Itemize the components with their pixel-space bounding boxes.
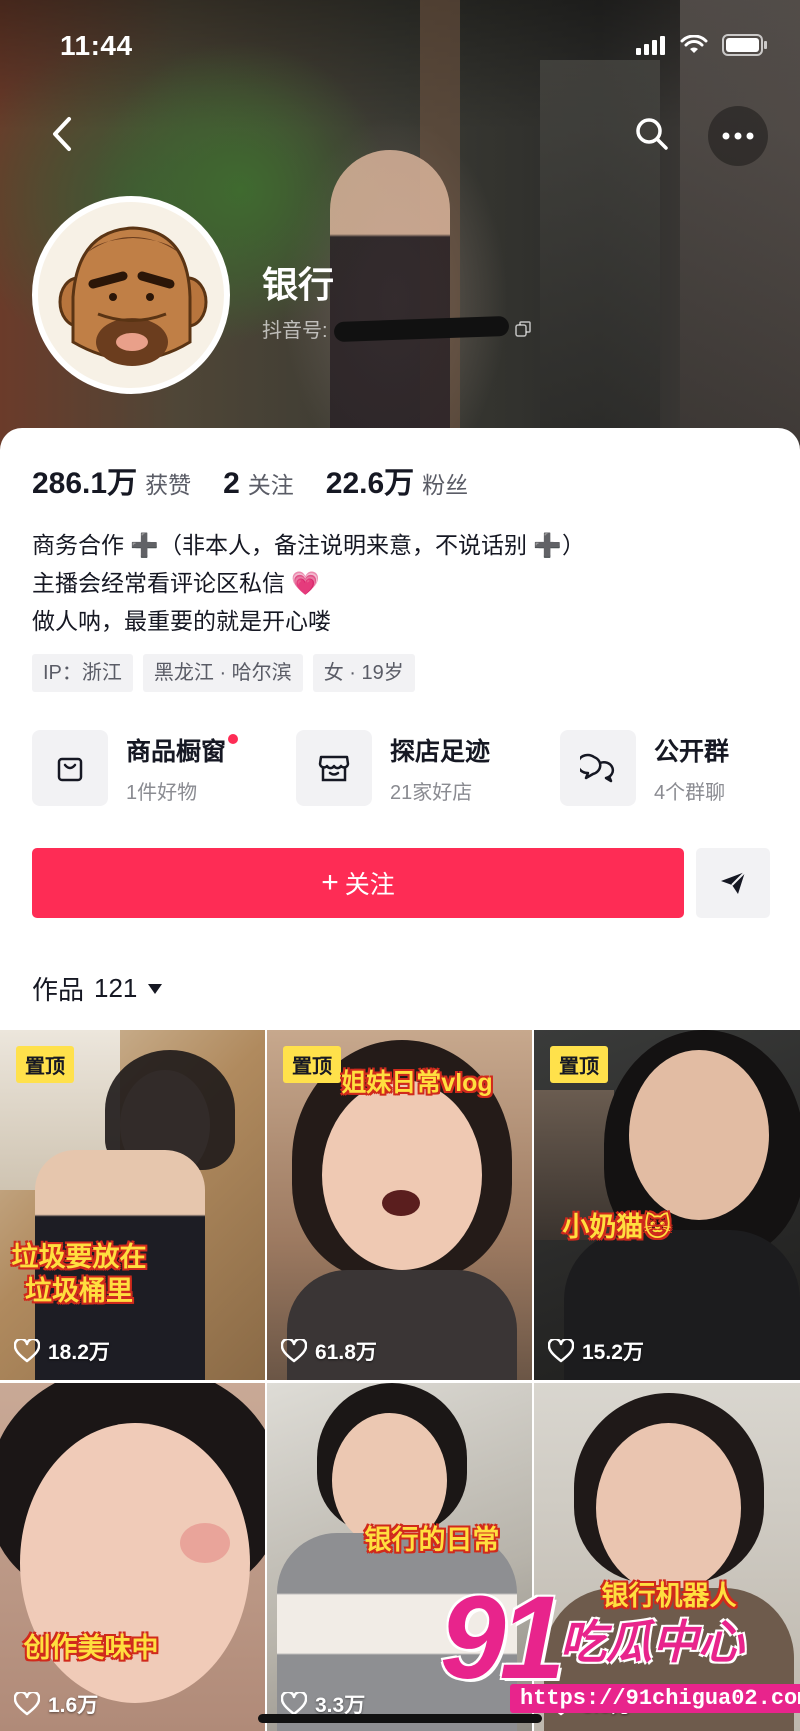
thumbnail-person-mouth	[382, 1190, 420, 1216]
shortcut-showcase-title: 商品橱窗	[126, 737, 227, 766]
copy-icon[interactable]	[514, 320, 531, 337]
pinned-badge: 置顶	[550, 1046, 608, 1083]
plus-icon: +	[321, 866, 339, 899]
bio-line-1: 商务合作 ➕（非本人，备注说明来意，不说话别 ➕）	[32, 532, 586, 558]
notification-dot	[228, 733, 239, 744]
shortcut-groups-title: 公开群	[654, 737, 730, 766]
douyin-id-line[interactable]: 抖音号:	[262, 314, 531, 343]
video-tile[interactable]: 创作美味中 1.6万	[0, 1383, 265, 1731]
shortcut-store-title: 探店足迹	[390, 737, 491, 766]
tag-gender-age: 女 · 19岁	[312, 654, 415, 692]
followers-label: 粉丝	[422, 472, 469, 498]
profile-bio: 商务合作 ➕（非本人，备注说明来意，不说话别 ➕） 主播会经常看评论区私信 💗 …	[32, 526, 585, 640]
video-caption: 姐妹日常vlog	[341, 1069, 493, 1097]
video-caption: 小奶猫🐱	[562, 1212, 672, 1242]
works-label: 作品	[32, 975, 85, 1005]
shortcut-showcase-text: 商品橱窗 1件好物	[126, 732, 239, 805]
bio-line-2: 主播会经常看评论区私信	[32, 570, 285, 596]
video-likes-count: 61.8万	[315, 1341, 377, 1364]
video-likes-count: 15.2万	[582, 1341, 644, 1364]
more-dots-icon	[722, 132, 754, 140]
profile-tags: IP：浙江 黑龙江 · 哈尔滨 女 · 19岁	[32, 654, 415, 692]
more-button[interactable]	[708, 106, 768, 166]
watermark-text: 吃瓜中心	[560, 1616, 744, 1668]
shortcut-groups-text: 公开群 4个群聊	[654, 732, 729, 805]
video-tile[interactable]: 置顶 姐妹日常vlog 61.8万	[267, 1030, 532, 1380]
follow-label: 关注	[344, 871, 395, 899]
video-likes-count: 18.2万	[48, 1341, 110, 1364]
caret-down-icon	[148, 983, 163, 994]
heart-outline-icon	[14, 1339, 40, 1363]
video-caption: 垃圾要放在垃圾桶里	[11, 1242, 147, 1306]
video-tile[interactable]: 置顶 垃圾要放在垃圾桶里 18.2万	[0, 1030, 265, 1380]
shortcut-groups-subtitle: 4个群聊	[654, 781, 726, 804]
profile-stats: 286.1万 获赞 2 关注 22.6万 粉丝	[32, 458, 500, 502]
share-button[interactable]	[696, 848, 770, 918]
search-icon	[636, 118, 668, 150]
battery-icon	[722, 34, 768, 61]
video-caption: 创作美味中	[23, 1633, 159, 1663]
chat-bubbles-icon	[560, 730, 636, 806]
thumbnail-person-face	[596, 1423, 741, 1593]
thumbnail-person-face	[322, 1080, 482, 1270]
video-likes: 18.2万	[14, 1336, 110, 1366]
profile-header: 11:44 银行 抖音号:	[0, 0, 800, 450]
heart-emoji: 💗	[291, 570, 320, 596]
action-row: + 关注	[32, 848, 770, 918]
profile-name: 银行	[262, 264, 335, 305]
bag-icon	[32, 730, 108, 806]
shortcut-store-text: 探店足迹 21家好店	[390, 732, 490, 805]
search-button[interactable]	[630, 112, 674, 156]
avatar[interactable]	[32, 196, 230, 394]
tag-ip: IP：浙江	[32, 654, 133, 692]
shortcut-public-groups[interactable]: 公开群 4个群聊	[560, 730, 800, 806]
followers-count[interactable]: 22.6万	[326, 458, 414, 502]
tag-location: 黑龙江 · 哈尔滨	[142, 654, 303, 692]
status-time: 11:44	[60, 30, 133, 61]
works-tab[interactable]: 作品 121	[32, 970, 163, 1007]
pinned-badge: 置顶	[16, 1046, 74, 1083]
video-likes: 61.8万	[281, 1336, 377, 1366]
background-person	[330, 150, 450, 450]
profile-card: 286.1万 获赞 2 关注 22.6万 粉丝 商务合作 ➕（非本人，备注说明来…	[0, 428, 800, 1028]
video-tile[interactable]: 置顶 小奶猫🐱 15.2万	[534, 1030, 800, 1380]
douyin-id-label: 抖音号:	[262, 320, 328, 342]
shortcut-showcase[interactable]: 商品橱窗 1件好物	[32, 730, 296, 806]
signal-icon	[636, 35, 666, 60]
home-indicator[interactable]	[258, 1714, 542, 1723]
watermark-url: https://91chigua02.com	[510, 1684, 800, 1713]
site-watermark: 91 吃瓜中心 https://91chigua02.com	[430, 1570, 800, 1731]
video-likes: 1.6万	[14, 1689, 98, 1719]
heart-outline-icon	[548, 1339, 574, 1363]
works-count: 121	[94, 973, 138, 1003]
following-label: 关注	[247, 472, 294, 498]
video-likes-count: 1.6万	[48, 1694, 99, 1717]
video-likes: 15.2万	[548, 1336, 644, 1366]
heart-outline-icon	[281, 1339, 307, 1363]
following-count[interactable]: 2	[223, 467, 240, 501]
store-icon	[296, 730, 372, 806]
thumbnail-person-face	[629, 1050, 769, 1220]
video-caption: 银行的日常	[364, 1525, 500, 1555]
follow-button[interactable]: + 关注	[32, 848, 684, 918]
thumbnail-person-blush	[180, 1523, 230, 1563]
heart-outline-icon	[14, 1692, 40, 1716]
wifi-icon	[680, 34, 708, 60]
bio-line-2-wrap: 主播会经常看评论区私信 💗	[32, 564, 585, 602]
chevron-left-icon	[53, 117, 71, 151]
cartoon-face-avatar-icon	[38, 202, 224, 388]
shortcut-store-visits[interactable]: 探店足迹 21家好店	[296, 730, 560, 806]
shortcut-store-subtitle: 21家好店	[390, 781, 473, 804]
send-icon	[721, 871, 746, 894]
bio-line-3: 做人呐，最重要的就是开心喽	[32, 608, 331, 634]
back-button[interactable]	[40, 112, 84, 156]
background-wall	[680, 0, 800, 450]
redacted-id	[333, 315, 509, 342]
heart-outline-icon	[281, 1692, 307, 1716]
likes-count[interactable]: 286.1万	[32, 458, 137, 502]
profile-shortcuts: 商品橱窗 1件好物 探店足迹 21家好店 公开群 4个群聊	[32, 730, 800, 806]
status-icons	[636, 34, 768, 61]
likes-label: 获赞	[145, 472, 192, 498]
shortcut-showcase-subtitle: 1件好物	[126, 781, 198, 804]
